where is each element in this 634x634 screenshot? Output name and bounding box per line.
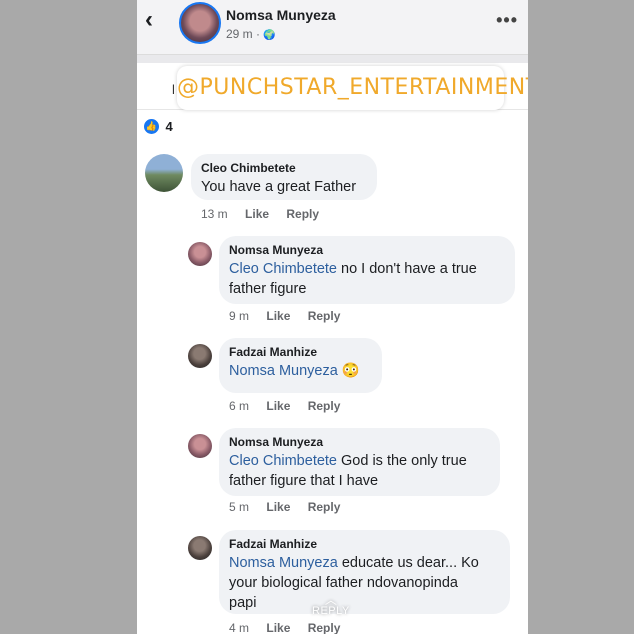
reply-button[interactable]: Reply — [308, 621, 341, 634]
mention-link[interactable]: Cleo Chimbetete — [229, 261, 337, 277]
comment-text-part: God is the only true — [337, 453, 467, 469]
comment-time: 6 m — [229, 399, 250, 413]
reaction-summary[interactable]: 👍 4 — [144, 118, 173, 136]
comment-actions: 13 m Like Reply — [201, 207, 333, 221]
like-button[interactable]: Like — [266, 309, 290, 323]
comment-bubble: Fadzai Manhize Nomsa Munyeza educate us … — [219, 530, 510, 614]
comment-author[interactable]: Nomsa Munyeza — [229, 435, 500, 449]
comment-text-part: father figure — [229, 281, 307, 297]
watermark-banner: @PUNCHSTAR_ENTERTAINMENT — [177, 66, 528, 110]
comment-text-part: educate us dear... Ko — [337, 555, 479, 571]
back-arrow-icon[interactable]: ‹ — [145, 8, 153, 32]
reply-button[interactable]: Reply — [308, 500, 341, 514]
comment-time: 9 m — [229, 309, 250, 323]
divider — [137, 55, 528, 63]
comment-time: 13 m — [201, 207, 228, 221]
comment-bubble: Nomsa Munyeza Cleo Chimbetete God is the… — [219, 428, 500, 496]
comment-author[interactable]: Nomsa Munyeza — [229, 243, 515, 257]
comment-text: Cleo Chimbetete no I don't have a true fa… — [229, 259, 515, 299]
partial-text: l — [172, 82, 175, 97]
globe-icon: 🌍 — [263, 30, 276, 41]
commenter-avatar[interactable] — [188, 242, 212, 266]
commenter-avatar[interactable] — [188, 536, 212, 560]
reply-button[interactable]: Reply — [286, 207, 319, 221]
comment-text: Cleo Chimbetete God is the only true fath… — [229, 451, 500, 491]
comment-text: Nomsa Munyeza educate us dear... Ko your … — [229, 553, 510, 613]
reply-button[interactable]: Reply — [308, 399, 341, 413]
reply-swipe-label: REPLY — [312, 605, 350, 617]
comment-time: 4 m — [229, 621, 250, 634]
chevron-up-icon: ︿ — [324, 593, 337, 607]
commenter-avatar[interactable] — [188, 434, 212, 458]
comment-text-part: no I don't have a true — [337, 261, 477, 277]
reply-swipe-indicator[interactable]: ︿ REPLY — [312, 593, 350, 617]
facebook-post-screen: ‹ Nomsa Munyeza 29 m · 🌍 ••• l @PUNCHSTA… — [137, 0, 528, 634]
comment-bubble: Cleo Chimbetete You have a great Father — [191, 154, 377, 200]
comment-text-part: father figure that I have — [229, 473, 379, 489]
reaction-count: 4 — [165, 119, 173, 135]
commenter-avatar[interactable] — [188, 344, 212, 368]
more-options-icon[interactable]: ••• — [496, 10, 518, 31]
comment-actions: 9 m Like Reply — [229, 309, 354, 323]
like-button[interactable]: Like — [266, 621, 290, 634]
comment-actions: 4 m Like Reply — [229, 621, 354, 634]
comment-text-part: papi — [229, 595, 257, 611]
comment-text: Nomsa Munyeza 😳 — [229, 361, 382, 381]
mention-link[interactable]: Nomsa Munyeza — [229, 555, 338, 571]
like-button[interactable]: Like — [245, 207, 269, 221]
comment-text: You have a great Father — [201, 179, 357, 195]
post-time: 29 m · — [226, 27, 264, 41]
post-author-name[interactable]: Nomsa Munyeza — [226, 7, 336, 23]
comment-actions: 5 m Like Reply — [229, 500, 354, 514]
flushed-face-emoji: 😳 — [337, 363, 360, 379]
comment-author[interactable]: Fadzai Manhize — [229, 537, 510, 551]
like-icon: 👍 — [144, 119, 159, 135]
comment-bubble: Nomsa Munyeza Cleo Chimbetete no I don't… — [219, 236, 515, 304]
post-header: ‹ Nomsa Munyeza 29 m · 🌍 ••• — [137, 0, 528, 55]
like-button[interactable]: Like — [266, 500, 290, 514]
mention-link[interactable]: Cleo Chimbetete — [229, 453, 337, 469]
like-button[interactable]: Like — [266, 399, 290, 413]
comment-bubble: Fadzai Manhize Nomsa Munyeza 😳 — [219, 338, 382, 393]
profile-avatar[interactable] — [179, 2, 221, 44]
post-timestamp: 29 m · 🌍 — [226, 27, 276, 41]
comment-time: 5 m — [229, 500, 250, 514]
comment-text-part: your biological father ndovanopinda — [229, 575, 458, 591]
comment-author[interactable]: Fadzai Manhize — [229, 345, 382, 359]
commenter-avatar[interactable] — [145, 154, 183, 192]
reply-button[interactable]: Reply — [308, 309, 341, 323]
comment-author[interactable]: Cleo Chimbetete — [201, 161, 377, 175]
comment-actions: 6 m Like Reply — [229, 399, 354, 413]
mention-link[interactable]: Nomsa Munyeza — [229, 363, 338, 379]
